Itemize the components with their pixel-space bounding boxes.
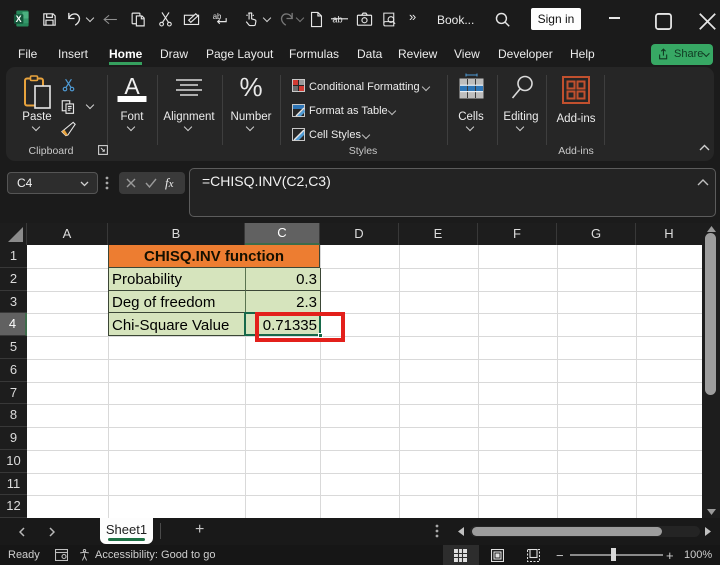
svg-text:ab: ab	[332, 14, 342, 24]
svg-text:ab: ab	[213, 12, 222, 21]
svg-text:X: X	[16, 14, 22, 24]
